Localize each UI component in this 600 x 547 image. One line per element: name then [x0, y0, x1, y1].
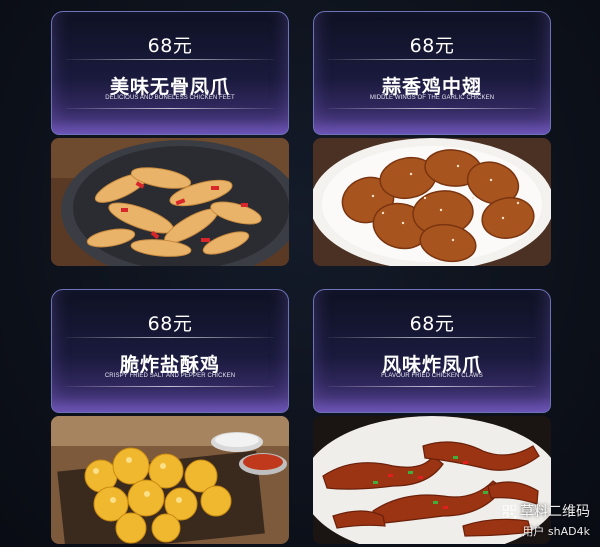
price-label: 68元	[409, 313, 455, 335]
divider	[66, 337, 274, 338]
watermark-brand: 草料二维码	[520, 504, 590, 520]
menu-card-boneless-feet[interactable]: 68元 美味无骨凤爪 DELICIOUS AND BONELESS CHICKE…	[51, 11, 289, 266]
menu-card-label: 68元 美味无骨凤爪 DELICIOUS AND BONELESS CHICKE…	[51, 11, 289, 135]
divider	[66, 386, 274, 387]
menu-card-label: 68元 蒜香鸡中翅 MIDDLE WINGS OF THE GARLIC CHI…	[313, 11, 551, 135]
dish-english-name: DELICIOUS AND BONELESS CHICKEN FEET	[105, 95, 235, 101]
menu-page: 68元 美味无骨凤爪 DELICIOUS AND BONELESS CHICKE…	[0, 0, 600, 547]
menu-card-label: 68元 脆炸盐酥鸡 CRISPY FRIED SALT AND PEPPER C…	[51, 289, 289, 413]
dish-photo	[51, 416, 289, 544]
divider	[328, 386, 536, 387]
price-label: 68元	[147, 313, 193, 335]
qr-watermark: 草料二维码 用户 shAD4k	[502, 501, 590, 539]
menu-card-salt-pepper-chicken[interactable]: 68元 脆炸盐酥鸡 CRISPY FRIED SALT AND PEPPER C…	[51, 289, 289, 544]
dish-english-name: FLAVOUR FRIED CHICKEN CLAWS	[381, 373, 483, 379]
menu-card-garlic-wings[interactable]: 68元 蒜香鸡中翅 MIDDLE WINGS OF THE GARLIC CHI…	[313, 11, 551, 266]
menu-card-label: 68元 风味炸凤爪 FLAVOUR FRIED CHICKEN CLAWS	[313, 289, 551, 413]
price-label: 68元	[147, 35, 193, 57]
dish-photo	[313, 138, 551, 266]
divider	[328, 108, 536, 109]
qr-code-icon	[502, 503, 517, 519]
dish-english-name: MIDDLE WINGS OF THE GARLIC CHICKEN	[369, 95, 495, 101]
divider	[66, 59, 274, 60]
divider	[328, 337, 536, 338]
dish-photo	[51, 138, 289, 266]
divider	[66, 108, 274, 109]
watermark-user: 用户 shAD4k	[522, 525, 590, 538]
price-label: 68元	[409, 35, 455, 57]
dish-english-name: CRISPY FRIED SALT AND PEPPER CHICKEN	[104, 373, 236, 379]
divider	[328, 59, 536, 60]
